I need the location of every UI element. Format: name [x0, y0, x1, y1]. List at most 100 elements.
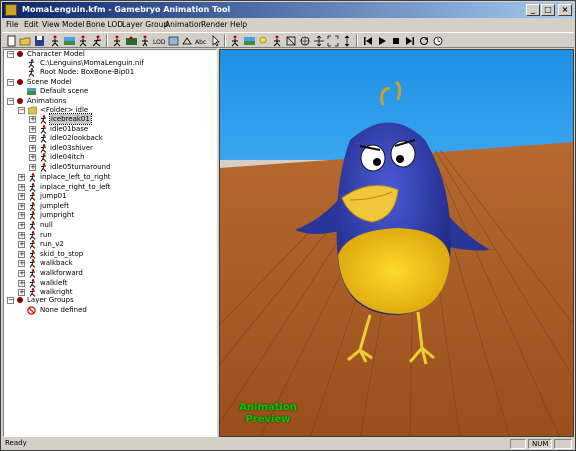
title-bar[interactable]: MomaLenguin.kfm - Gamebryo Animation Too… — [2, 2, 574, 18]
animation-item[interactable]: idle01base — [50, 124, 88, 134]
rewind-icon[interactable] — [362, 35, 375, 47]
expand-toggle[interactable]: + — [29, 154, 36, 162]
collapse-toggle[interactable]: − — [7, 98, 14, 105]
pointer-icon[interactable] — [209, 35, 222, 47]
wireframe-icon[interactable] — [285, 35, 298, 47]
animation-item[interactable]: jump01 — [40, 191, 67, 201]
animation-item[interactable]: icebreak01 — [49, 113, 92, 125]
sequence-icon[interactable] — [271, 35, 284, 47]
animation-item[interactable]: walkleft — [40, 278, 67, 288]
camera-orbit-icon[interactable] — [299, 35, 312, 47]
root-node-node[interactable]: Root Node: BoxBone-Bip01 — [40, 67, 134, 77]
animation-item[interactable]: run — [40, 230, 52, 240]
stop-icon[interactable] — [390, 35, 403, 47]
status-text: Ready — [5, 439, 27, 447]
menu-render[interactable]: Render — [201, 20, 228, 29]
animation-item[interactable]: jumpleft — [40, 201, 69, 211]
open-folder-icon[interactable] — [19, 35, 32, 47]
expand-toggle[interactable]: + — [29, 144, 36, 152]
animation-item[interactable]: idle02lookback — [50, 133, 103, 143]
toolbar-separator — [356, 35, 358, 47]
expand-toggle[interactable]: + — [18, 202, 25, 210]
scene-view-icon[interactable] — [243, 35, 256, 47]
default-scene-node[interactable]: Default scene — [40, 86, 88, 96]
loop-icon[interactable] — [418, 35, 431, 47]
expand-toggle[interactable]: + — [18, 250, 25, 258]
animation-item[interactable]: walkforward — [40, 268, 83, 278]
none-defined-node[interactable]: None defined — [40, 305, 87, 315]
play-icon[interactable] — [376, 35, 389, 47]
walk-icon[interactable] — [139, 35, 152, 47]
menu-edit[interactable]: Edit — [24, 20, 39, 29]
zoom-icon[interactable] — [341, 35, 354, 47]
animation-item[interactable]: idle03shiver — [50, 143, 93, 153]
animation-item[interactable]: run_v2 — [40, 239, 64, 249]
multi-character-icon[interactable] — [125, 35, 138, 47]
animation-item[interactable]: null — [40, 220, 53, 230]
menu-model[interactable]: Model — [62, 20, 85, 29]
animation-item[interactable]: inplace_right_to_left — [40, 182, 111, 192]
save-icon[interactable] — [33, 35, 46, 47]
expand-toggle[interactable]: + — [18, 212, 25, 220]
scene-landscape-icon — [27, 88, 36, 95]
clock-icon[interactable] — [432, 35, 445, 47]
light-icon[interactable] — [257, 35, 270, 47]
expand-toggle[interactable]: + — [29, 125, 36, 133]
collapse-toggle[interactable]: − — [7, 79, 14, 86]
model-view-icon[interactable] — [167, 35, 180, 47]
animation-item[interactable]: inplace_left_to_right — [40, 172, 111, 182]
expand-toggle[interactable]: + — [18, 231, 25, 239]
expand-toggle[interactable]: + — [18, 174, 25, 181]
overlay-line-2: Preview — [245, 414, 291, 425]
expand-toggle[interactable]: + — [18, 289, 25, 297]
transform-icon[interactable] — [181, 35, 194, 47]
text-overlay-icon[interactable]: Abc — [195, 35, 208, 47]
menu-bone-lod[interactable]: Bone LOD — [86, 20, 123, 29]
expand-toggle[interactable]: + — [18, 260, 25, 268]
menu-help[interactable]: Help — [230, 20, 247, 29]
expand-toggle[interactable]: + — [18, 222, 25, 229]
menu-bar: File Edit View Model Bone LOD Layer Grou… — [2, 18, 574, 32]
close-button[interactable]: × — [558, 4, 572, 16]
animation-item[interactable]: walkback — [40, 258, 73, 268]
expand-toggle[interactable]: + — [18, 193, 25, 201]
animation-item[interactable]: idle05turnaround — [50, 162, 111, 172]
expand-toggle[interactable]: + — [29, 164, 36, 171]
collapse-toggle[interactable]: − — [7, 51, 14, 58]
expand-toggle[interactable]: + — [18, 270, 25, 277]
animation-runner-icon — [29, 230, 36, 240]
maximize-button[interactable]: □ — [541, 4, 555, 16]
scene-icon[interactable] — [63, 35, 76, 47]
animation-preview-viewport[interactable]: Animation Preview — [219, 49, 574, 437]
animation-icon[interactable] — [77, 35, 90, 47]
animation-item[interactable]: skid_to_stop — [40, 249, 83, 259]
animation-item[interactable]: idle04itch — [50, 152, 85, 162]
menu-file[interactable]: File — [6, 20, 19, 29]
toolbar: LOD Abc — [2, 32, 574, 48]
character-view-icon[interactable] — [229, 35, 242, 47]
expand-toggle[interactable]: + — [18, 241, 25, 249]
minimize-button[interactable]: _ — [526, 4, 540, 16]
asset-tree[interactable]: − Character Model C:\Lenguins\MomaLengui… — [3, 49, 217, 437]
menu-view[interactable]: View — [42, 20, 60, 29]
layer-groups-node[interactable]: Layer Groups — [27, 295, 74, 305]
folder-icon — [28, 106, 37, 115]
run-icon[interactable] — [91, 35, 104, 47]
expand-toggle[interactable]: + — [29, 135, 36, 143]
collapse-toggle[interactable]: − — [18, 107, 25, 114]
animation-runner-icon — [29, 269, 36, 278]
expand-toggle[interactable]: + — [18, 279, 25, 287]
animation-item[interactable]: jumpright — [40, 210, 74, 220]
expand-toggle[interactable]: + — [29, 116, 36, 123]
bone-lod-icon[interactable]: LOD — [153, 35, 166, 47]
step-forward-icon[interactable] — [404, 35, 417, 47]
zoom-extents-icon[interactable] — [327, 35, 340, 47]
menu-animation[interactable]: Animation — [165, 20, 203, 29]
character-icon[interactable] — [49, 35, 62, 47]
new-file-icon[interactable] — [5, 35, 18, 47]
menu-layer-group[interactable]: Layer Group — [122, 20, 168, 29]
collapse-toggle[interactable]: − — [7, 297, 14, 304]
character-bone-icon[interactable] — [111, 35, 124, 47]
pan-icon[interactable] — [313, 35, 326, 47]
expand-toggle[interactable]: + — [18, 183, 25, 191]
